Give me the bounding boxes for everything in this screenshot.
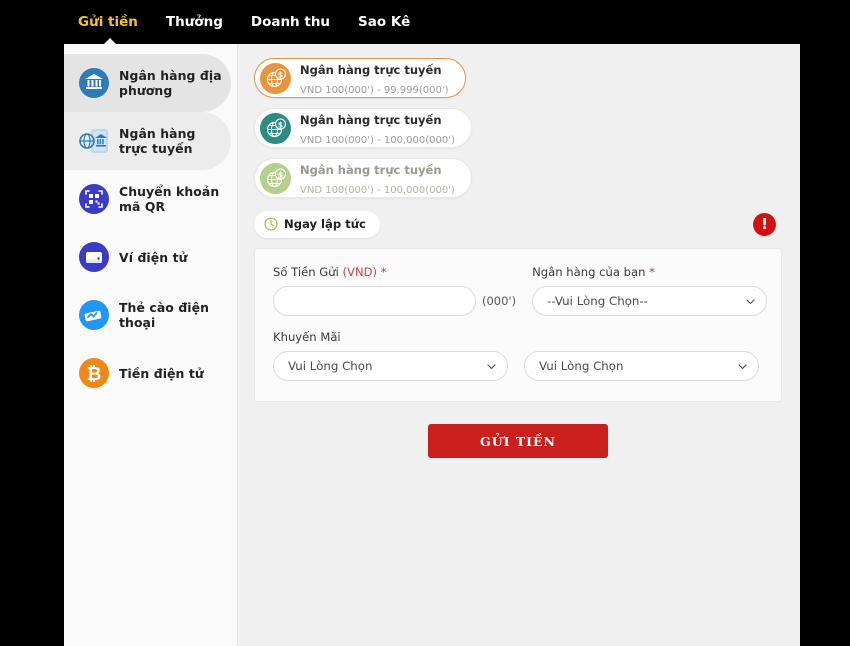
required-mark: * — [380, 265, 387, 279]
submit-deposit-button[interactable]: GỬI TIỀN — [428, 424, 608, 458]
bank-option-card[interactable]: $ Ngân hàng trực tuyến VND 100(000') - 1… — [254, 158, 472, 198]
main-content: $ Ngân hàng trực tuyến VND 100(000') - 9… — [238, 44, 800, 646]
bank-option-range: VND 100(000') - 99,999(000') — [300, 85, 449, 96]
promotion-second-label — [524, 330, 759, 344]
bitcoin-icon: ₿ — [78, 357, 110, 389]
amount-input[interactable] — [273, 286, 476, 316]
sidebar-item-local-bank[interactable]: Ngân hàng địa phương — [64, 54, 231, 112]
sidebar-item-e-wallet[interactable]: Ví điện tử — [64, 228, 237, 286]
tab-label: Doanh thu — [250, 14, 331, 30]
amount-currency: (VND) — [342, 265, 378, 279]
promotion-label: Khuyến Mãi — [273, 330, 341, 344]
bank-option-name: Ngân hàng trực tuyến — [300, 63, 442, 77]
promotion-select[interactable]: Vui Lòng Chọn — [273, 351, 508, 381]
tab-sao-ke[interactable]: Sao Kê — [344, 0, 424, 44]
sidebar-item-phone-card[interactable]: Thẻ cào điện thoại — [64, 286, 237, 344]
sidebar-item-crypto[interactable]: ₿ Tiền điện tử — [64, 344, 237, 402]
warning-icon[interactable]: ! — [753, 212, 776, 236]
sidebar-item-qr-transfer[interactable]: Chuyển khoản mã QR — [64, 170, 237, 228]
bank-option-list: $ Ngân hàng trực tuyến VND 100(000') - 9… — [254, 58, 674, 198]
submit-row: GỬI TIỀN — [254, 424, 782, 458]
bank-option-name: Ngân hàng trực tuyến — [300, 163, 442, 177]
top-navigation: Gửi tiền Thưởng Doanh thu Sao Kê — [64, 0, 800, 44]
form-row-2: Khuyến Mãi Vui Lòng Chọn Vui Lòng Chọn — [273, 330, 763, 381]
your-bank-select[interactable]: --Vui Lòng Chọn-- — [532, 286, 768, 316]
bank-option-card[interactable]: $ Ngân hàng trực tuyến VND 100(000') - 9… — [254, 58, 466, 98]
deposit-form: Số Tiền Gửi (VND) * (000') Ngân hàng của… — [254, 248, 782, 402]
sidebar-item-label: Tiền điện tử — [119, 365, 204, 381]
promotion-field-group: Khuyến Mãi Vui Lòng Chọn — [273, 330, 508, 381]
globe-dollar-icon: $ — [260, 62, 291, 94]
promotion-second-field-group: Vui Lòng Chọn — [524, 330, 759, 381]
globe-dollar-icon: $ — [260, 162, 291, 194]
qr-code-icon — [78, 183, 110, 215]
instant-chip[interactable]: Ngay lập tức — [254, 210, 380, 238]
your-bank-label-text: Ngân hàng của bạn — [532, 265, 646, 279]
sidebar-item-label: Ngân hàng địa phương — [119, 68, 222, 98]
required-mark: * — [649, 265, 655, 279]
bank-option-range: VND 100(000') - 100,000(000') — [300, 135, 455, 146]
bank-option-range: VND 100(000') - 100,000(000') — [300, 185, 455, 196]
form-row-1: Số Tiền Gửi (VND) * (000') Ngân hàng của… — [273, 265, 768, 316]
tab-doanh-thu[interactable]: Doanh thu — [237, 0, 344, 44]
amount-label: Số Tiền Gửi (VND) * — [273, 265, 516, 279]
amount-field-group: Số Tiền Gửi (VND) * (000') — [273, 265, 516, 316]
amount-label-text: Số Tiền Gửi — [273, 265, 339, 279]
amount-unit: (000') — [482, 294, 517, 308]
sidebar-item-label: Ví điện tử — [119, 249, 188, 265]
app-root: Gửi tiền Thưởng Doanh thu Sao Kê Ngân hà… — [0, 0, 850, 646]
svg-text:$: $ — [278, 70, 283, 79]
phone-card-icon — [78, 299, 110, 331]
promotion-second-select[interactable]: Vui Lòng Chọn — [524, 351, 759, 381]
bank-option-card[interactable]: $ Ngân hàng trực tuyến VND 100(000') - 1… — [254, 108, 472, 148]
sidebar-item-label: Chuyển khoản mã QR — [119, 184, 220, 214]
clock-icon — [264, 217, 278, 231]
tab-label: Gửi tiền — [78, 14, 138, 30]
your-bank-field-group: Ngân hàng của bạn * --Vui Lòng Chọn-- — [532, 265, 768, 316]
tab-label: Thưởng — [165, 14, 223, 30]
bank-option-name: Ngân hàng trực tuyến — [300, 113, 442, 127]
globe-dollar-icon: $ — [260, 112, 291, 144]
instant-row: Ngay lập tức ! — [254, 210, 786, 238]
svg-text:$: $ — [278, 170, 283, 179]
sidebar-item-label: Ngân hàng trực tuyến — [119, 126, 196, 156]
svg-text:$: $ — [278, 120, 283, 129]
instant-chip-label: Ngay lập tức — [284, 217, 366, 231]
page-body: Ngân hàng địa phương Ngân hàng trực tuyế… — [64, 44, 800, 646]
tab-label: Sao Kê — [358, 14, 411, 30]
online-bank-icon — [78, 125, 110, 157]
wallet-icon — [78, 241, 110, 273]
sidebar: Ngân hàng địa phương Ngân hàng trực tuyế… — [64, 44, 238, 646]
bank-icon — [78, 67, 110, 99]
your-bank-label: Ngân hàng của bạn * — [532, 265, 767, 279]
sidebar-item-online-bank[interactable]: Ngân hàng trực tuyến — [64, 112, 231, 170]
tab-thuong[interactable]: Thưởng — [152, 0, 237, 44]
svg-text:₿: ₿ — [87, 364, 102, 385]
sidebar-item-label: Thẻ cào điện thoại — [119, 300, 210, 330]
